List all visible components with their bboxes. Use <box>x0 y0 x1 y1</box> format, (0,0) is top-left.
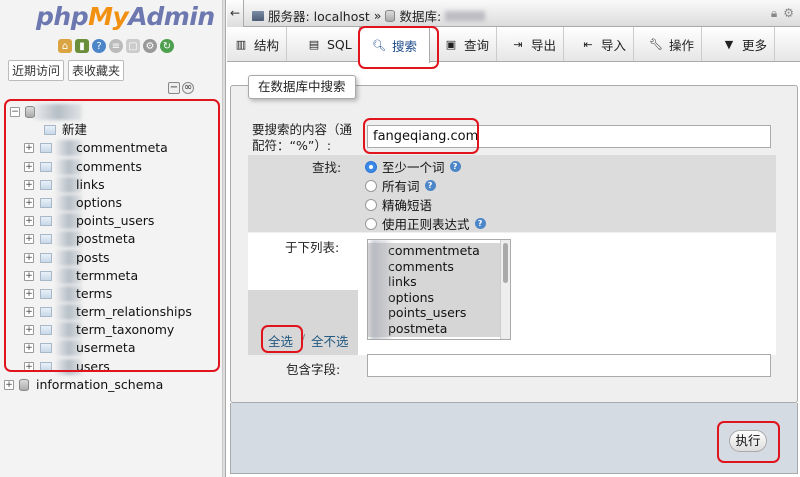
import-icon: ⇤ <box>583 37 593 51</box>
tab-sql[interactable]: ▤ SQL <box>300 27 360 61</box>
favorite-tables-button[interactable]: 表收藏夹 <box>68 60 125 81</box>
blurred-table-prefix <box>371 240 391 339</box>
docs-icon[interactable]: ≡ <box>109 39 123 53</box>
lock-icon[interactable]: 🔒︎ <box>771 6 777 21</box>
find-option-label: 至少一个词 <box>382 160 445 175</box>
wrench-icon: 🔧︎ <box>649 37 663 51</box>
link-icon[interactable]: ∞ <box>182 82 194 94</box>
find-option[interactable]: 所有词? <box>365 176 436 195</box>
tab-bar: ▥ 结构 ▤ SQL 🔍︎ 搜索 ▣ 查询 ⇥ 导出 ⇤ 导入 🔧︎ 操作 ▼ 更多 <box>227 27 800 63</box>
search-term-input[interactable] <box>367 125 771 148</box>
search-term-label: 要搜索的内容（通配符：“%”）: <box>252 122 353 153</box>
radio-button[interactable] <box>365 217 377 230</box>
find-option[interactable]: 使用正则表达式? <box>365 214 486 233</box>
select-scrollbar[interactable] <box>500 240 510 339</box>
collapse-nav-icon[interactable]: ← <box>227 0 244 27</box>
highlight-table-tree <box>4 99 220 372</box>
breadcrumb-separator: » <box>373 8 382 23</box>
tab-import[interactable]: ⇤ 导入 <box>574 27 635 61</box>
database-icon <box>385 9 396 22</box>
help-icon[interactable]: ? <box>474 218 486 229</box>
table-multiselect[interactable]: commentmeta comments links options points_us… <box>367 239 511 340</box>
find-label: 查找: <box>312 160 342 175</box>
radio-button[interactable] <box>365 160 377 173</box>
tab-label: 查询 <box>464 37 490 53</box>
information-schema-label: information_schema <box>36 376 164 392</box>
breadcrumb-bar: ← 服务器: localhost » 数据库: 🔒︎ ⚙ <box>227 0 800 27</box>
select-all-link[interactable]: 全选 <box>268 331 293 350</box>
database-icon <box>19 378 29 391</box>
help-icon[interactable]: ? <box>424 180 436 191</box>
reload-icon[interactable]: ↻ <box>160 39 174 53</box>
tab-label: 更多 <box>742 37 768 53</box>
tab-chevron-down[interactable]: ▼ 更多 <box>715 27 776 61</box>
expand-icon[interactable]: + <box>4 379 14 390</box>
tree-information-schema-row[interactable]: + information_schema <box>2 376 220 394</box>
deselect-all-link[interactable]: 全不选 <box>311 331 349 350</box>
nav-icon-bar: ⌂ ▮ ? ≡ ▢ ⚙ ↻ <box>58 39 174 53</box>
breadcrumb-server[interactable]: 服务器: localhost <box>268 6 370 25</box>
execute-button[interactable]: 执行 <box>729 430 767 452</box>
find-option-label: 使用正则表达式 <box>382 217 470 232</box>
navigation-panel: phpMyAdmin ⌂ ▮ ? ≡ ▢ ⚙ ↻ 近期访问 表收藏夹 − ∞ −… <box>0 0 222 477</box>
phpmyadmin-logo[interactable]: phpMyAdmin <box>36 2 215 31</box>
tree-controls: − ∞ <box>168 82 194 94</box>
form-footer <box>230 403 798 474</box>
copy-icon[interactable]: ▢ <box>126 39 140 53</box>
find-option-label: 所有词 <box>382 179 420 194</box>
recent-tables-button[interactable]: 近期访问 <box>8 60 65 81</box>
logo-php-text: php <box>36 2 89 31</box>
tab-label: 导出 <box>531 37 557 53</box>
logo-admin-text: Admin <box>128 2 215 31</box>
tab-search[interactable]: 🔍︎ 搜索 <box>359 27 431 63</box>
sql-icon: ▤ <box>308 37 320 51</box>
search-icon: 🔍︎ <box>372 39 386 52</box>
tables-label: 于下列表: <box>285 240 340 255</box>
nav-resizer[interactable] <box>222 0 226 477</box>
nav-quick-links: 近期访问 表收藏夹 <box>8 60 125 81</box>
tab-wrench[interactable]: 🔧︎ 操作 <box>642 27 703 61</box>
tab-label: 搜索 <box>392 39 418 54</box>
help-icon[interactable]: ? <box>92 39 106 53</box>
settings-icon[interactable]: ⚙ <box>783 6 794 21</box>
tab-structure[interactable]: ▥ 结构 <box>227 27 288 61</box>
breadcrumb: 服务器: localhost » 数据库: <box>252 6 486 25</box>
server-icon <box>252 10 264 21</box>
radio-button[interactable] <box>365 198 377 211</box>
find-option[interactable]: 精确短语 <box>365 195 432 214</box>
logo-my-text: My <box>88 2 129 31</box>
home-icon[interactable]: ⌂ <box>58 39 72 53</box>
link-separator: / <box>301 331 306 346</box>
tab-label: SQL <box>327 36 352 52</box>
column-label: 包含字段: <box>286 362 341 377</box>
find-option-label: 精确短语 <box>382 198 433 213</box>
tab-label: 操作 <box>669 37 695 53</box>
structure-icon: ▥ <box>235 37 247 51</box>
export-icon: ⇥ <box>513 37 523 51</box>
tab-query[interactable]: ▣ 查询 <box>437 27 498 61</box>
scrollbar-thumb[interactable] <box>503 243 508 283</box>
settings-icon[interactable]: ⚙ <box>143 39 157 53</box>
breadcrumb-database[interactable]: 数据库: <box>399 6 441 25</box>
tab-label: 导入 <box>601 37 627 53</box>
help-icon[interactable]: ? <box>449 161 461 172</box>
radio-button[interactable] <box>365 179 377 192</box>
tab-label: 结构 <box>254 37 280 53</box>
search-legend: 在数据库中搜索 <box>248 75 356 99</box>
collapse-all-icon[interactable]: − <box>168 82 180 94</box>
blurred-database-name <box>445 10 486 21</box>
column-input[interactable] <box>367 354 771 377</box>
find-option[interactable]: 至少一个词? <box>365 157 461 176</box>
exit-icon[interactable]: ▮ <box>75 39 89 53</box>
top-right-icons: 🔒︎ ⚙ <box>771 6 794 21</box>
tab-export[interactable]: ⇥ 导出 <box>504 27 565 61</box>
chevron-down-icon: ▼ <box>724 37 734 51</box>
query-icon: ▣ <box>445 37 457 51</box>
